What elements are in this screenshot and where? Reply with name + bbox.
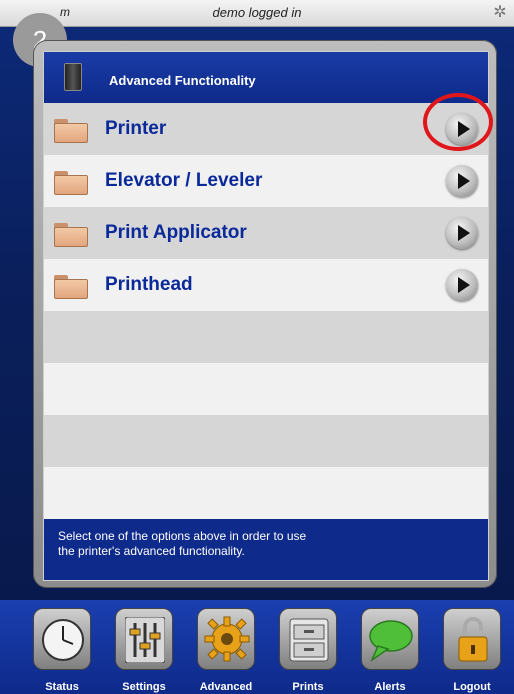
go-arrow-button[interactable] bbox=[446, 269, 478, 301]
brand-logo-icon: ✲ bbox=[493, 4, 507, 21]
list-item-elevator-leveler[interactable]: Elevator / Leveler bbox=[44, 155, 488, 207]
folder-icon bbox=[54, 171, 88, 195]
dock-alerts-button[interactable]: Alerts bbox=[359, 608, 421, 694]
sliders-icon bbox=[115, 608, 173, 670]
go-arrow-button[interactable] bbox=[446, 165, 478, 197]
list-item-label: Print Applicator bbox=[105, 222, 247, 243]
panel-header: Advanced Functionality bbox=[44, 52, 488, 102]
speech-bubble-icon bbox=[361, 608, 419, 670]
bottom-dock: Status Settings Advanced Prints Alerts L… bbox=[0, 600, 514, 694]
play-arrow-icon bbox=[458, 225, 470, 241]
folder-icon bbox=[54, 119, 88, 143]
list-item-print-applicator[interactable]: Print Applicator bbox=[44, 207, 488, 259]
dock-settings-button[interactable]: Settings bbox=[113, 608, 175, 694]
play-arrow-icon bbox=[458, 173, 470, 189]
list-item-label: Printhead bbox=[105, 274, 193, 295]
dock-logout-button[interactable]: Logout bbox=[441, 608, 503, 694]
gear-icon bbox=[197, 608, 255, 670]
file-cabinet-icon bbox=[279, 608, 337, 670]
list-item-label: Elevator / Leveler bbox=[105, 170, 263, 191]
dock-prints-button[interactable]: Prints bbox=[277, 608, 339, 694]
empty-row bbox=[44, 311, 488, 363]
option-list: Printer Elevator / Leveler Print Applica… bbox=[44, 103, 488, 519]
help-text-line-2: the printer's advanced functionality. bbox=[58, 544, 245, 558]
list-item-printer[interactable]: Printer bbox=[44, 103, 488, 155]
dock-label: Settings bbox=[122, 681, 166, 693]
empty-row bbox=[44, 415, 488, 467]
login-status: demo logged in bbox=[212, 5, 302, 20]
dock-label: Advanced bbox=[199, 681, 253, 693]
help-text-line-1: Select one of the options above in order… bbox=[58, 529, 307, 543]
dock-label: Prints bbox=[292, 681, 324, 693]
dock-advanced-button[interactable]: Advanced bbox=[195, 608, 257, 694]
panel-title: Advanced Functionality bbox=[109, 73, 256, 88]
play-arrow-icon bbox=[458, 277, 470, 293]
highlight-circle bbox=[423, 93, 493, 151]
padlock-icon bbox=[443, 608, 501, 670]
dock-label: Status bbox=[45, 681, 79, 693]
help-text: Select one of the options above in order… bbox=[44, 519, 488, 579]
top-status-bar: m demo logged in ✲ bbox=[0, 0, 514, 27]
printer-device-icon bbox=[64, 63, 82, 91]
dock-label: Alerts bbox=[374, 681, 406, 693]
empty-row bbox=[44, 467, 488, 519]
empty-row bbox=[44, 363, 488, 415]
advanced-panel: Advanced Functionality Printer Elevator … bbox=[43, 51, 489, 581]
folder-icon bbox=[54, 223, 88, 247]
list-item-printhead[interactable]: Printhead bbox=[44, 259, 488, 311]
dock-status-button[interactable]: Status bbox=[31, 608, 93, 694]
dock-label: Logout bbox=[453, 681, 491, 693]
list-item-label: Printer bbox=[105, 118, 167, 139]
go-arrow-button[interactable] bbox=[446, 217, 478, 249]
folder-icon bbox=[54, 275, 88, 299]
clock-icon bbox=[33, 608, 91, 670]
